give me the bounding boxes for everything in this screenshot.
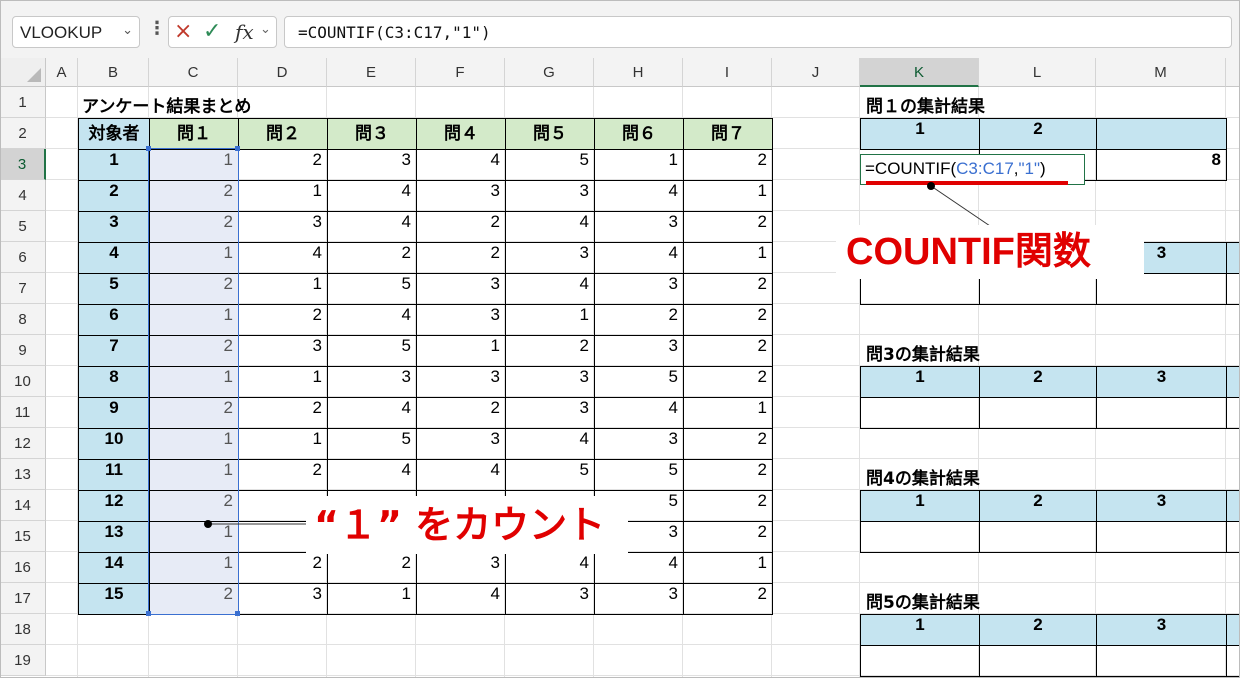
annotation-lines (204, 182, 994, 528)
callout-dot-2 (204, 520, 212, 528)
callout-leader-1 (930, 185, 994, 229)
callout-dot-1 (927, 182, 935, 190)
count-one-callout: “１” をカウント (306, 496, 628, 554)
countif-callout: COUNTIF関数 (836, 225, 1144, 279)
